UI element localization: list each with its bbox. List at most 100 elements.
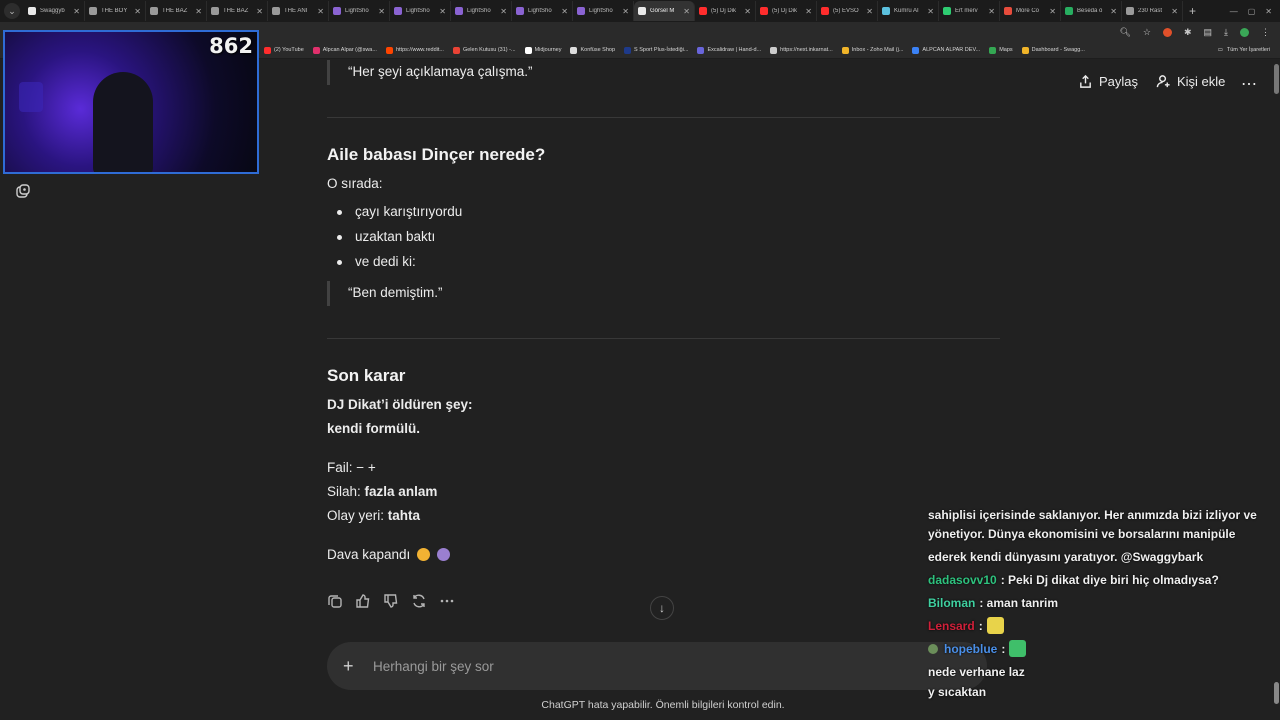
browser-tab[interactable]: LightSho ✕ (451, 1, 512, 21)
browser-tab[interactable]: Swaggyb ✕ (24, 1, 85, 21)
tab-close-icon[interactable]: ✕ (378, 7, 385, 16)
bookmark-item[interactable]: ALPCAN ALPAR DEV... (912, 46, 980, 54)
zoom-icon[interactable]: 🔍︎ (1119, 27, 1130, 38)
scrollbar-thumb-top[interactable] (1274, 64, 1279, 94)
bookmark-item[interactable]: Excalidraw | Hand-d... (697, 46, 761, 54)
tab-close-icon[interactable]: ✕ (683, 7, 690, 16)
tab-search-icon[interactable]: ⌄ (4, 3, 20, 19)
tab-close-icon[interactable]: ✕ (195, 7, 202, 16)
new-tab-icon[interactable]: + (1189, 4, 1196, 18)
tab-title: LightSho (589, 8, 613, 14)
tab-close-icon[interactable]: ✕ (744, 7, 751, 16)
add-person-button[interactable]: Kişi ekle (1156, 74, 1225, 89)
chat-username[interactable]: hopeblue (944, 642, 997, 656)
bookmark-item[interactable]: Maps (989, 46, 1013, 54)
bookmark-item[interactable]: https://www.reddit... (385, 46, 444, 54)
bookmark-label: https://next.inkarnat... (780, 47, 833, 53)
tab-title: LightSho (345, 8, 369, 14)
regenerate-icon[interactable] (411, 593, 427, 609)
tab-favicon-icon (455, 7, 463, 15)
browser-tab[interactable]: THE BAZ ✕ (146, 1, 207, 21)
browser-tab[interactable]: THE BAZ ✕ (207, 1, 268, 21)
tab-close-icon[interactable]: ✕ (439, 7, 446, 16)
tab-close-icon[interactable]: ✕ (256, 7, 263, 16)
bookmark-favicon-icon (841, 46, 849, 54)
more-actions-icon[interactable] (439, 593, 455, 609)
bookmark-label: Midjourney (534, 47, 562, 53)
chat-username[interactable]: Biloman (928, 596, 975, 610)
extension-icon[interactable] (1162, 27, 1172, 37)
browser-tab[interactable]: More Co ✕ (1000, 1, 1061, 21)
temporary-chat-icon[interactable] (15, 184, 31, 200)
assistant-message: “Her şeyi açıklamaya çalışma.” Aile baba… (327, 60, 1000, 570)
browser-tab[interactable]: LightSho ✕ (390, 1, 451, 21)
tab-close-icon[interactable]: ✕ (927, 7, 934, 16)
prompt-placeholder[interactable]: Herhangi bir şey sor (373, 659, 494, 674)
all-bookmarks[interactable]: ▭ Tüm Yer İşaretleri (1218, 47, 1270, 53)
chat-text: sahiplisi içerisinde saklanıyor. Her anı… (928, 508, 1257, 522)
tab-close-icon[interactable]: ✕ (1110, 7, 1117, 16)
tab-close-icon[interactable]: ✕ (805, 7, 812, 16)
chat-username[interactable]: Lensard (928, 619, 975, 633)
browser-tab[interactable]: LightSho ✕ (573, 1, 634, 21)
tab-close-icon[interactable]: ✕ (1171, 7, 1178, 16)
browser-tab[interactable]: THE ANI ✕ (268, 1, 329, 21)
prompt-composer[interactable]: + Herhangi bir şey sor (327, 642, 987, 690)
browser-tab[interactable]: Beseda ö ✕ (1061, 1, 1122, 21)
copy-icon[interactable] (327, 593, 343, 609)
attach-plus-icon[interactable]: + (343, 656, 361, 677)
browser-tab[interactable]: LightSho ✕ (329, 1, 390, 21)
chat-message: dadasovv10: Peki Dj dikat diye biri hiç … (924, 568, 1274, 591)
arrow-down-icon: ↓ (659, 601, 665, 615)
browser-tab[interactable]: Kumru AI ✕ (878, 1, 939, 21)
thumbs-down-icon[interactable] (383, 593, 399, 609)
browser-tab[interactable]: Ert merv ✕ (939, 1, 1000, 21)
bookmark-item[interactable]: Gelen Kutusu (31) -... (452, 46, 516, 54)
browser-tab[interactable]: (5) Dj Dik ✕ (695, 1, 756, 21)
browser-tab[interactable]: (5) Dj Dik ✕ (756, 1, 817, 21)
browser-tab[interactable]: (5) EVSO ✕ (817, 1, 878, 21)
extensions-puzzle-icon[interactable]: ✱ (1184, 27, 1192, 38)
tab-close-icon[interactable]: ✕ (73, 7, 80, 16)
browser-tab[interactable]: Görsel M ✕ (634, 1, 695, 21)
chat-username[interactable]: dadasovv10 (928, 573, 997, 587)
bookmark-favicon-icon (1021, 46, 1029, 54)
bookmark-item[interactable]: Inbox - Zoho Mail (j... (841, 46, 903, 54)
bookmark-item[interactable]: Alpcan Alpar (@swa... (312, 46, 377, 54)
download-icon[interactable]: ⤓ (1224, 27, 1228, 38)
tab-title: More Co (1016, 8, 1040, 14)
browser-tab[interactable]: THE BOY ✕ (85, 1, 146, 21)
browser-tab[interactable]: LightSho ✕ (512, 1, 573, 21)
tab-close-icon[interactable]: ✕ (561, 7, 568, 16)
tab-close-icon[interactable]: ✕ (500, 7, 507, 16)
tab-close-icon[interactable]: ✕ (1049, 7, 1056, 16)
scroll-to-bottom-button[interactable]: ↓ (650, 596, 674, 620)
divider (327, 338, 1000, 339)
bookmark-item[interactable]: Konfüse Shop (570, 46, 615, 54)
maximize-icon[interactable]: ▢ (1248, 7, 1256, 16)
bookmark-item[interactable]: Midjourney (524, 46, 562, 54)
minimize-icon[interactable]: — (1230, 7, 1238, 16)
scrollbar-thumb[interactable] (1274, 682, 1279, 704)
close-window-icon[interactable]: ✕ (1265, 7, 1272, 16)
bookmark-item[interactable]: Dashboard - Swagg... (1021, 46, 1085, 54)
tab-close-icon[interactable]: ✕ (866, 7, 873, 16)
tab-close-icon[interactable]: ✕ (622, 7, 629, 16)
bookmark-star-icon[interactable]: ☆ (1143, 27, 1151, 38)
tab-close-icon[interactable]: ✕ (988, 7, 995, 16)
tab-favicon-icon (882, 7, 890, 15)
bookmark-favicon-icon (452, 46, 460, 54)
tab-close-icon[interactable]: ✕ (317, 7, 324, 16)
browser-menu-icon[interactable]: ⋮ (1261, 27, 1270, 38)
more-options-button[interactable]: ⋯ (1241, 74, 1258, 94)
bookmark-label: Gelen Kutusu (31) -... (462, 47, 516, 53)
sidebar-icon[interactable]: ▤ (1204, 27, 1213, 38)
tab-close-icon[interactable]: ✕ (134, 7, 141, 16)
thumbs-up-icon[interactable] (355, 593, 371, 609)
bookmark-item[interactable]: S Sport Plus-İstediği... (624, 46, 688, 54)
browser-tab[interactable]: 230 Rast ✕ (1122, 1, 1183, 21)
bookmark-item[interactable]: https://next.inkarnat... (770, 46, 833, 54)
profile-avatar[interactable] (1240, 27, 1249, 37)
bookmark-item[interactable]: (2) YouTube (264, 46, 304, 54)
share-button[interactable]: Paylaş (1078, 74, 1138, 89)
